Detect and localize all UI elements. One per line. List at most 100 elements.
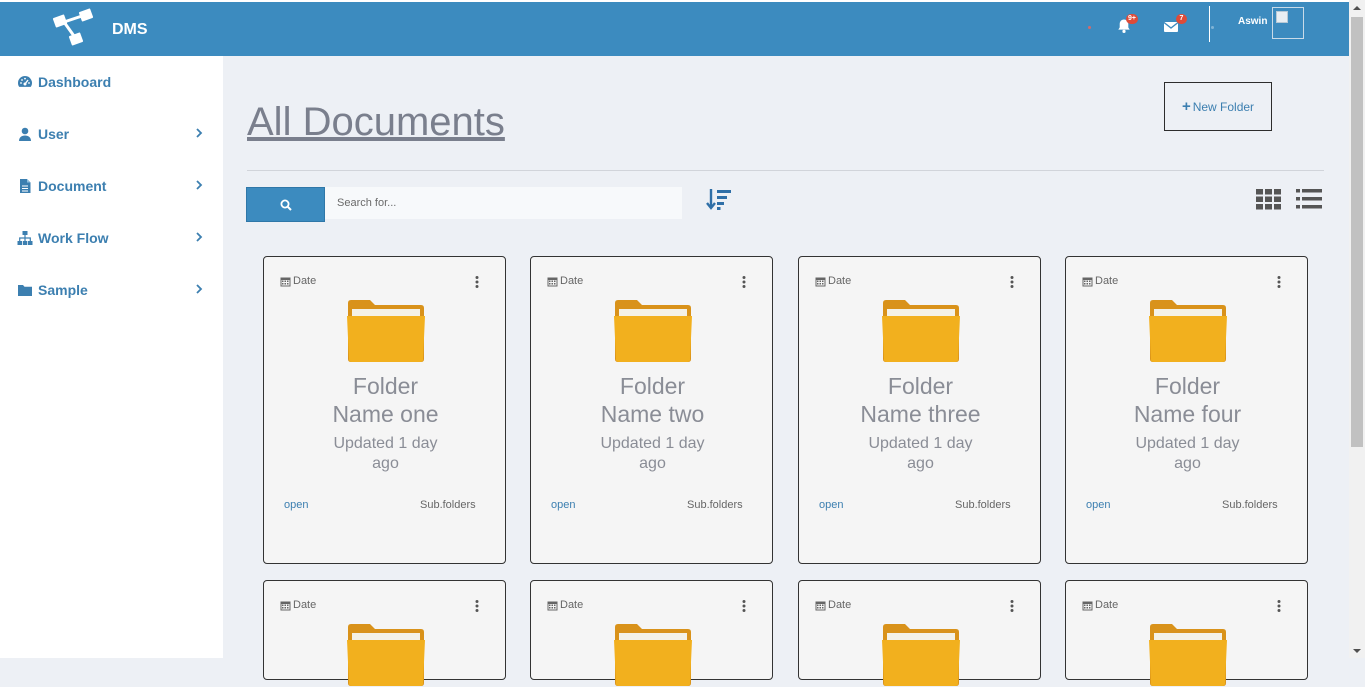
- more-vertical-icon[interactable]: [1274, 275, 1284, 289]
- folder-icon: [882, 300, 960, 362]
- updated-line2: ago: [907, 455, 934, 472]
- header-separator: [1209, 6, 1210, 42]
- folder-name: Folder Name one: [264, 372, 507, 428]
- sidebar-item-label: User: [38, 126, 70, 142]
- calendar-icon: [280, 277, 291, 286]
- folder-name-line1: Folder: [887, 373, 954, 399]
- sidebar: Dashboard User Document Work Flow Sample: [0, 56, 223, 658]
- folder-card[interactable]: Date: [798, 580, 1041, 686]
- folder-name-line2: Name two: [600, 401, 705, 427]
- chevron-right-icon: [196, 128, 203, 138]
- updated-line1: Updated 1 day: [600, 435, 705, 452]
- card-date-label: Date: [560, 599, 584, 611]
- updated-line1: Updated 1 day: [1135, 435, 1240, 452]
- chevron-right-icon: [196, 180, 203, 190]
- folder-card[interactable]: Date Folder Name four Updated 1 day ago …: [1065, 256, 1308, 564]
- avatar[interactable]: [1272, 7, 1304, 39]
- folder-name-line1: Folder: [619, 373, 686, 399]
- folder-card[interactable]: Date Folder Name two Updated 1 day ago o…: [530, 256, 773, 564]
- list-view-icon[interactable]: [1296, 189, 1322, 209]
- card-date: Date: [280, 599, 316, 611]
- sidebar-item-label: Document: [38, 178, 107, 194]
- folder-name-line2: Name three: [860, 401, 981, 427]
- folder-icon: [347, 300, 425, 362]
- more-vertical-icon[interactable]: [739, 599, 749, 613]
- sidebar-item-label: Dashboard: [38, 74, 112, 90]
- sitemap-icon: [17, 231, 33, 245]
- folder-card[interactable]: Date Folder Name one Updated 1 day ago o…: [263, 256, 506, 564]
- updated-text: Updated 1 day ago: [576, 434, 729, 474]
- notifications-badge: 9+: [1126, 14, 1138, 24]
- document-icon: [20, 179, 31, 193]
- folder-icon: [1149, 624, 1227, 686]
- sidebar-item-label: Work Flow: [38, 230, 109, 246]
- folder-name-line2: Name one: [332, 401, 439, 427]
- updated-line1: Updated 1 day: [333, 435, 438, 452]
- folder-card[interactable]: Date: [263, 580, 506, 686]
- sidebar-item-dashboard[interactable]: Dashboard: [0, 70, 223, 94]
- more-vertical-icon[interactable]: [1007, 599, 1017, 613]
- folder-card[interactable]: Date: [1065, 580, 1308, 686]
- subfolders-label: Sub.folders: [955, 499, 1011, 511]
- new-folder-button[interactable]: + New Folder: [1164, 82, 1272, 131]
- more-vertical-icon[interactable]: [472, 275, 482, 289]
- status-dot: [1088, 26, 1091, 29]
- sidebar-item-workflow[interactable]: Work Flow: [0, 226, 223, 250]
- calendar-icon: [815, 601, 826, 610]
- open-link[interactable]: open: [819, 499, 843, 511]
- new-folder-label: New Folder: [1192, 99, 1255, 114]
- more-vertical-icon[interactable]: [739, 275, 749, 289]
- search-icon: [280, 199, 292, 211]
- card-date-label: Date: [293, 599, 317, 611]
- sidebar-item-user[interactable]: User: [0, 122, 223, 146]
- brand-name[interactable]: DMS: [112, 21, 148, 39]
- page-title[interactable]: All Documents: [247, 100, 505, 145]
- scroll-down-arrow-icon[interactable]: [1352, 646, 1362, 656]
- open-link[interactable]: open: [551, 499, 575, 511]
- folder-name: Folder Name four: [1066, 372, 1309, 428]
- sort-amount-down-icon[interactable]: [706, 187, 732, 211]
- updated-line2: ago: [639, 455, 666, 472]
- folder-card[interactable]: Date: [530, 580, 773, 686]
- card-date: Date: [1082, 599, 1118, 611]
- card-date: Date: [280, 275, 316, 287]
- calendar-icon: [1082, 601, 1093, 610]
- updated-line2: ago: [372, 455, 399, 472]
- subfolders-label: Sub.folders: [687, 499, 743, 511]
- scrollbar-thumb[interactable]: [1351, 17, 1363, 447]
- search-input[interactable]: [325, 187, 682, 219]
- calendar-icon: [280, 601, 291, 610]
- calendar-icon: [1082, 277, 1093, 286]
- updated-text: Updated 1 day ago: [844, 434, 997, 474]
- broken-image-icon: [1276, 11, 1288, 23]
- top-navbar: DMS 9+ 7 Aswin: [0, 0, 1349, 56]
- scroll-up-arrow-icon[interactable]: [1352, 3, 1362, 13]
- more-vertical-icon[interactable]: [1274, 599, 1284, 613]
- user-name[interactable]: Aswin: [1238, 16, 1267, 27]
- sidebar-item-document[interactable]: Document: [0, 174, 223, 198]
- chevron-right-icon: [196, 284, 203, 294]
- dms-logo-icon: [52, 8, 94, 46]
- sidebar-item-sample[interactable]: Sample: [0, 278, 223, 302]
- chevron-right-icon: [196, 232, 203, 242]
- card-date: Date: [815, 599, 851, 611]
- more-vertical-icon[interactable]: [1007, 275, 1017, 289]
- card-date: Date: [815, 275, 851, 287]
- subfolders-label: Sub.folders: [1222, 499, 1278, 511]
- card-date: Date: [547, 275, 583, 287]
- more-vertical-icon[interactable]: [472, 599, 482, 613]
- open-link[interactable]: open: [284, 499, 308, 511]
- header-divider: [247, 170, 1324, 171]
- card-date-label: Date: [293, 275, 317, 287]
- folder-icon: [1149, 300, 1227, 362]
- calendar-icon: [547, 277, 558, 286]
- search-button[interactable]: [246, 187, 325, 222]
- card-date-label: Date: [1095, 599, 1119, 611]
- updated-line2: ago: [1174, 455, 1201, 472]
- messages-badge: 7: [1176, 14, 1187, 24]
- folder-icon: [614, 624, 692, 686]
- open-link[interactable]: open: [1086, 499, 1110, 511]
- grid-view-icon[interactable]: [1256, 189, 1281, 210]
- folder-card[interactable]: Date Folder Name three Updated 1 day ago…: [798, 256, 1041, 564]
- updated-text: Updated 1 day ago: [1111, 434, 1264, 474]
